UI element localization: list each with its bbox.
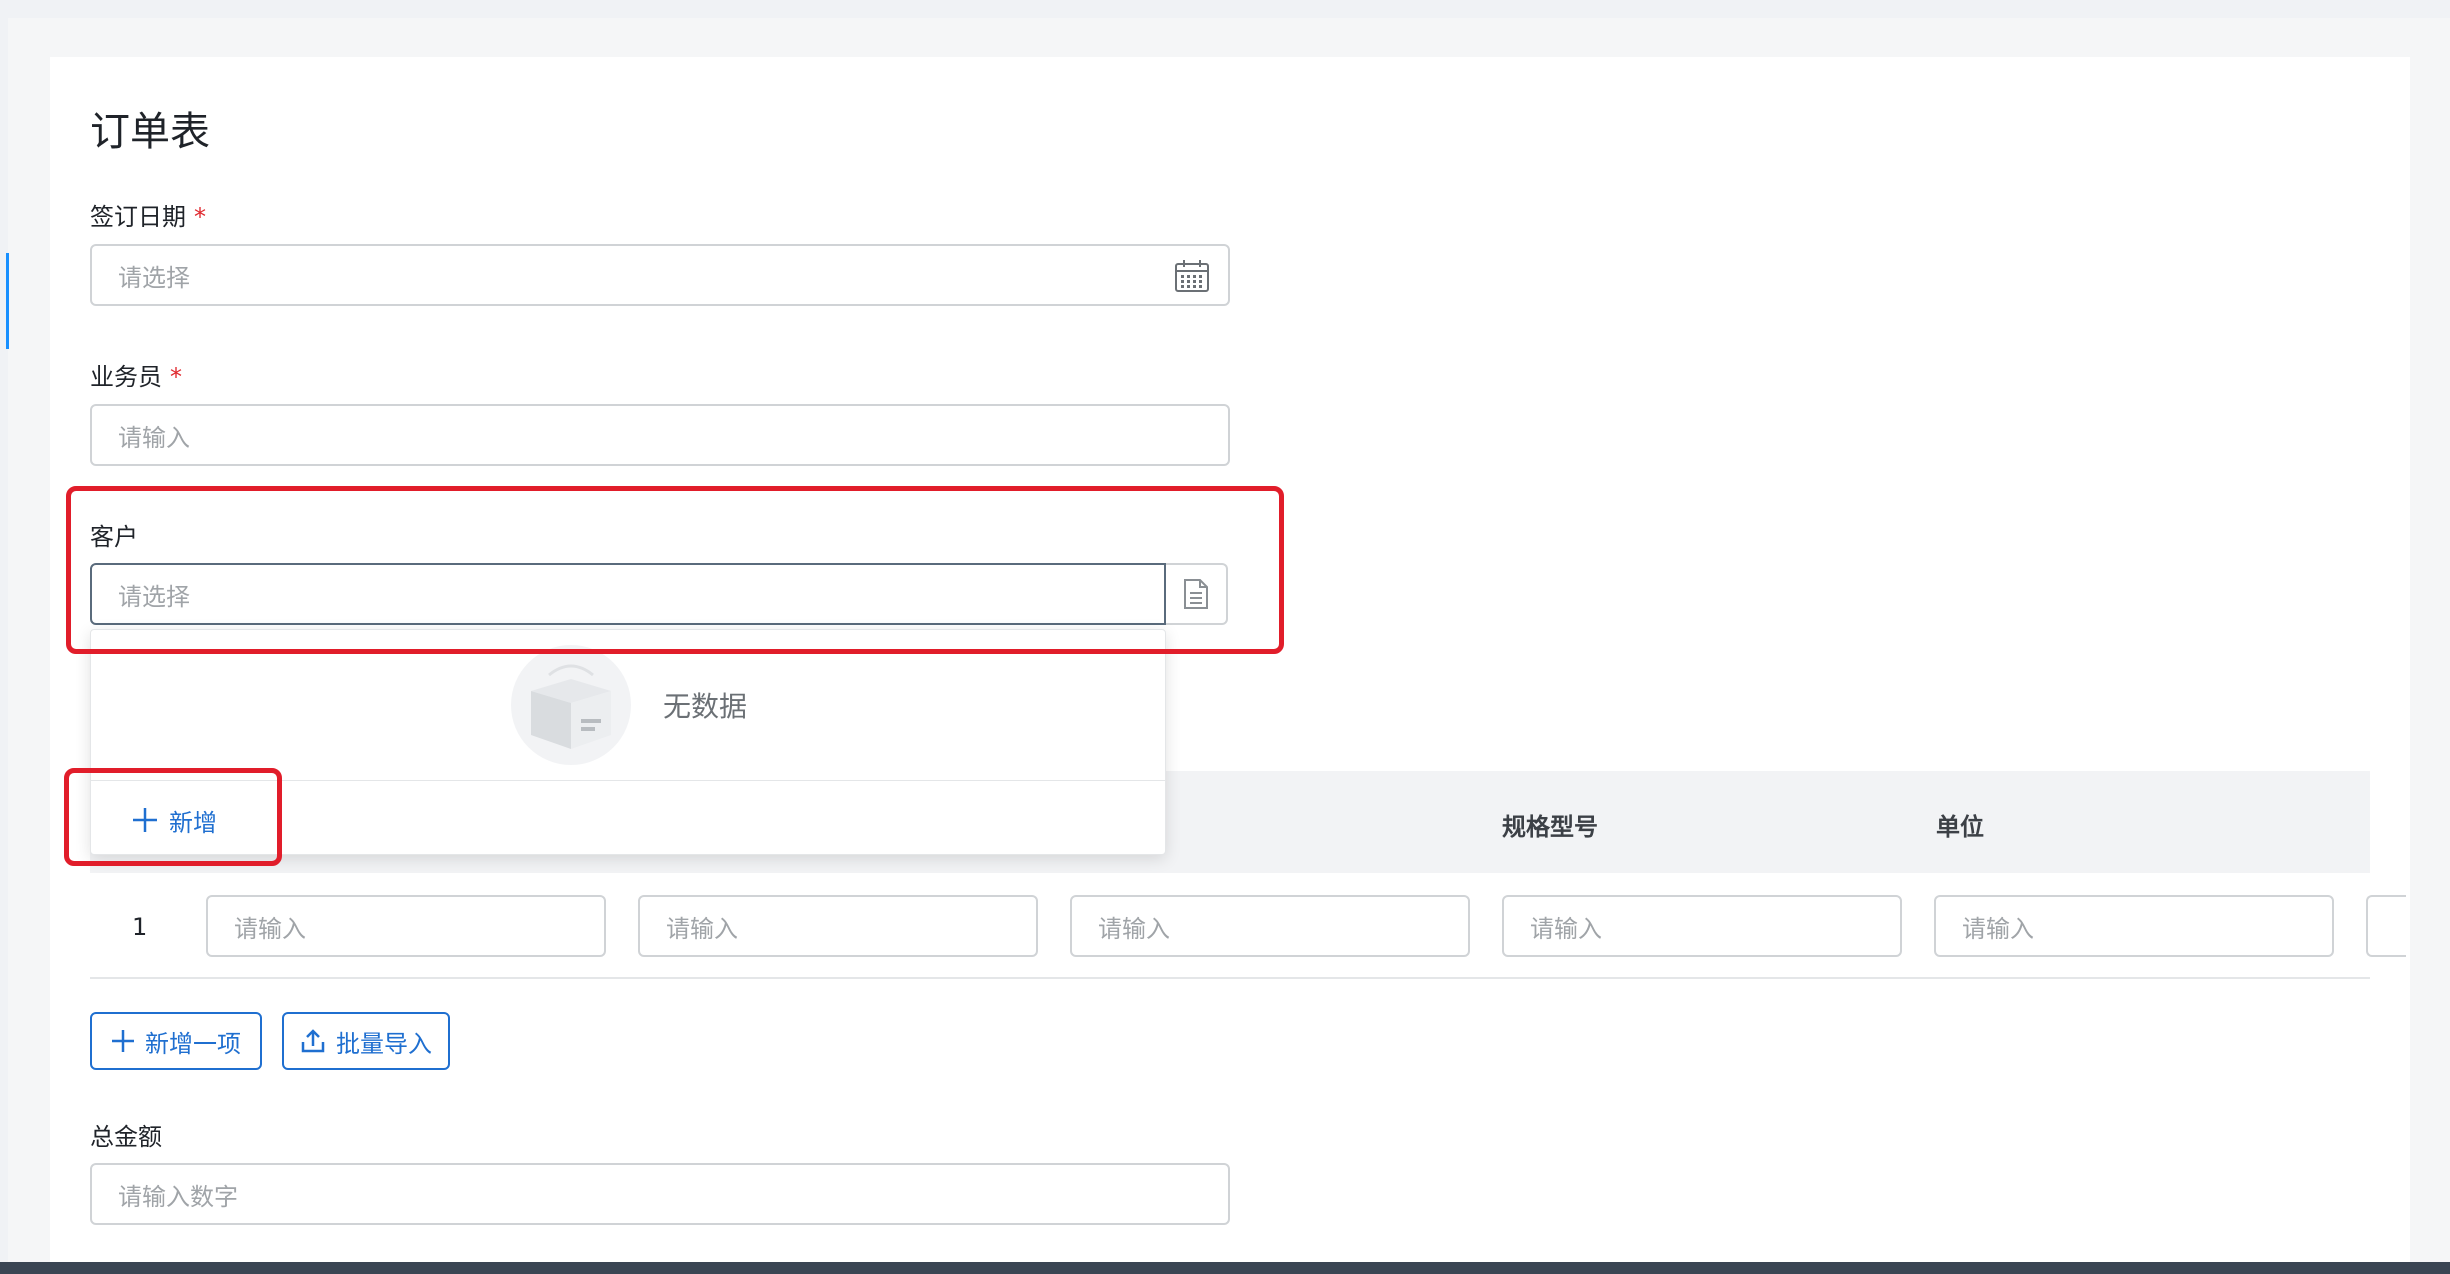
salesperson-placeholder: 请输入 bbox=[118, 423, 190, 452]
column-header-unit: 单位 bbox=[1936, 813, 1984, 841]
batch-import-label: 批量导入 bbox=[336, 1029, 432, 1058]
order-form-card: 订单表 签订日期 * 请选择 业务员 * 请输入 客户 请选择 无数据 新增 规… bbox=[50, 57, 2410, 1262]
row-cell-input[interactable]: 请输入 bbox=[206, 895, 606, 957]
highlight-customer-field bbox=[66, 486, 1284, 654]
plus-icon bbox=[112, 1030, 134, 1052]
row-cell-input[interactable]: 请输入 bbox=[638, 895, 1038, 957]
sign-date-placeholder: 请选择 bbox=[118, 263, 190, 292]
empty-box-icon bbox=[510, 645, 631, 765]
batch-import-button[interactable]: 批量导入 bbox=[282, 1012, 450, 1070]
row-cell-input-clipped[interactable] bbox=[2366, 895, 2406, 957]
bottom-bar bbox=[0, 1262, 2450, 1274]
page-title: 订单表 bbox=[90, 109, 210, 155]
highlight-add-button bbox=[64, 768, 282, 866]
salesperson-input[interactable]: 请输入 bbox=[90, 404, 1230, 466]
add-item-button[interactable]: 新增一项 bbox=[90, 1012, 262, 1070]
row-cell-input[interactable]: 请输入 bbox=[1070, 895, 1470, 957]
add-item-label: 新增一项 bbox=[145, 1029, 241, 1058]
spec-model-input[interactable]: 请输入 bbox=[1502, 895, 1902, 957]
calendar-icon[interactable] bbox=[1174, 259, 1210, 293]
total-amount-input[interactable]: 请输入数字 bbox=[90, 1163, 1230, 1225]
column-header-spec: 规格型号 bbox=[1502, 813, 1598, 841]
upload-icon bbox=[301, 1029, 325, 1053]
total-amount-label: 总金额 bbox=[90, 1123, 162, 1151]
row-index: 1 bbox=[132, 913, 148, 941]
empty-text: 无数据 bbox=[662, 690, 747, 723]
unit-input[interactable]: 请输入 bbox=[1934, 895, 2334, 957]
sign-date-picker[interactable]: 请选择 bbox=[90, 244, 1230, 306]
sign-date-label: 签订日期 * bbox=[90, 203, 206, 231]
left-nav-indicator bbox=[6, 253, 9, 349]
salesperson-label: 业务员 * bbox=[90, 363, 182, 391]
total-amount-placeholder: 请输入数字 bbox=[118, 1182, 238, 1211]
required-star: * bbox=[194, 203, 206, 231]
required-star: * bbox=[170, 363, 182, 391]
table-row: 1 请输入 请输入 请输入 请输入 请输入 bbox=[90, 873, 2406, 979]
